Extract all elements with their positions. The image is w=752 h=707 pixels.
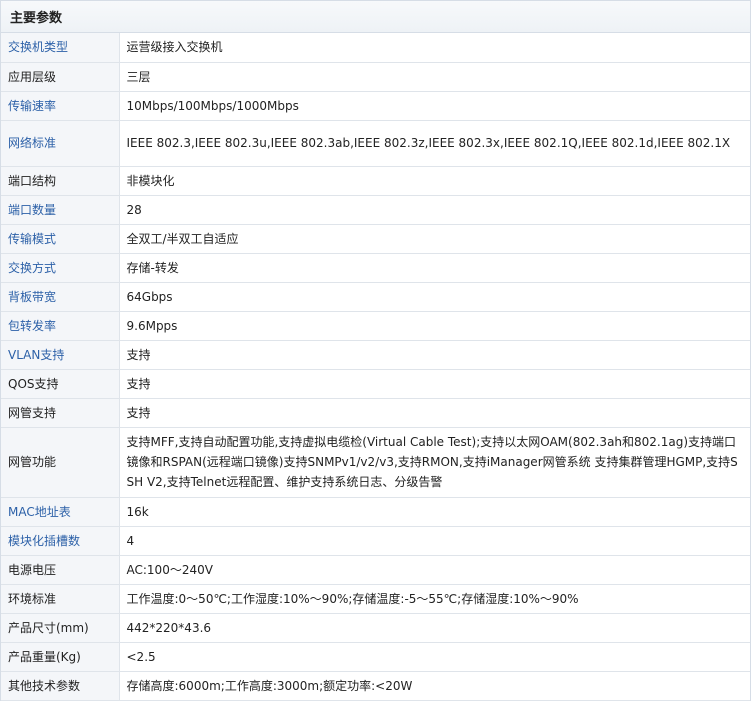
spec-row: 网络标准 IEEE 802.3,IEEE 802.3u,IEEE 802.3ab,…	[1, 120, 750, 167]
spec-label-cell: 产品尺寸(mm)	[1, 613, 120, 643]
spec-label: QOS支持	[8, 376, 59, 391]
spec-label-cell: 交换机类型	[1, 33, 120, 63]
spec-row: 交换方式 存储-转发	[1, 253, 750, 283]
spec-row: 传输模式 全双工/半双工自适应	[1, 224, 750, 254]
spec-panel: 主要参数 交换机类型 运营级接入交换机应用层级 三层传输速率 10Mbps/100Mb…	[0, 0, 751, 701]
spec-label-cell: 网管功能	[1, 427, 120, 498]
spec-label-cell: 网络标准	[1, 120, 120, 167]
spec-row: 交换机类型 运营级接入交换机	[1, 33, 750, 63]
spec-value: 三层	[119, 62, 750, 92]
spec-label-link[interactable]: 端口数量	[8, 203, 56, 217]
spec-label: 电源电压	[8, 562, 57, 577]
spec-label-link[interactable]: 网络标准	[8, 136, 56, 150]
spec-row: 网管功能 支持MFF,支持自动配置功能,支持虚拟电缆检(Virtual Cable…	[1, 427, 750, 498]
spec-label-cell: 背板带宽	[1, 282, 120, 312]
spec-value: 支持	[119, 398, 750, 428]
spec-row: 背板带宽 64Gbps	[1, 282, 750, 312]
spec-row: VLAN支持 支持	[1, 340, 750, 370]
spec-value: <2.5	[119, 642, 750, 672]
spec-value: 442*220*43.6	[119, 613, 750, 643]
spec-value: 运营级接入交换机	[119, 33, 750, 63]
spec-label-link[interactable]: 交换机类型	[8, 40, 68, 54]
spec-row: 产品重量(Kg) <2.5	[1, 642, 750, 672]
spec-label-cell: 包转发率	[1, 311, 120, 341]
spec-label-cell: 其他技术参数	[1, 671, 120, 701]
spec-value: 9.6Mpps	[119, 311, 750, 341]
spec-label-link[interactable]: VLAN支持	[8, 348, 64, 362]
spec-label: 网管功能	[8, 455, 57, 469]
spec-label-cell: 端口结构	[1, 166, 120, 196]
spec-value: 28	[119, 195, 750, 225]
spec-row: 端口数量 28	[1, 195, 750, 225]
spec-label-cell: 网管支持	[1, 398, 120, 428]
spec-row: QOS支持 支持	[1, 369, 750, 399]
spec-label-link[interactable]: MAC地址表	[8, 505, 71, 519]
spec-value: IEEE 802.3,IEEE 802.3u,IEEE 802.3ab,IEEE…	[119, 120, 750, 167]
spec-value: 工作温度:0～50℃;工作湿度:10%～90%;存储温度:-5～55℃;存储湿度…	[119, 584, 750, 614]
panel-header: 主要参数	[1, 0, 750, 33]
spec-row: 环境标准 工作温度:0～50℃;工作湿度:10%～90%;存储温度:-5～55℃;…	[1, 584, 750, 614]
spec-label: 产品尺寸(mm)	[8, 620, 89, 635]
spec-value: 16k	[119, 497, 750, 527]
spec-label-link[interactable]: 传输速率	[8, 99, 56, 113]
spec-value: 支持	[119, 340, 750, 370]
spec-value: AC:100～240V	[119, 555, 750, 585]
spec-label: 端口结构	[8, 173, 57, 188]
spec-label-cell: 交换方式	[1, 253, 120, 283]
spec-row: 产品尺寸(mm) 442*220*43.6	[1, 613, 750, 643]
spec-row: 模块化插槽数 4	[1, 526, 750, 556]
spec-label-cell: VLAN支持	[1, 340, 120, 370]
spec-row: 其他技术参数 存储高度:6000m;工作高度:3000m;额定功率:<20W	[1, 671, 750, 701]
spec-value: 64Gbps	[119, 282, 750, 312]
spec-label-cell: 环境标准	[1, 584, 120, 614]
spec-label: 环境标准	[8, 591, 57, 606]
spec-value: 存储高度:6000m;工作高度:3000m;额定功率:<20W	[119, 671, 750, 701]
spec-label-cell: 传输模式	[1, 224, 120, 254]
spec-table-body: 交换机类型 运营级接入交换机应用层级 三层传输速率 10Mbps/100Mbps/10…	[1, 33, 750, 701]
spec-label: 产品重量(Kg)	[8, 649, 81, 664]
spec-label-cell: 产品重量(Kg)	[1, 642, 120, 672]
spec-label-link[interactable]: 交换方式	[8, 261, 56, 275]
spec-label: 其他技术参数	[8, 678, 81, 693]
spec-label-link[interactable]: 模块化插槽数	[8, 534, 80, 548]
spec-label-cell: 应用层级	[1, 62, 120, 92]
spec-value: 10Mbps/100Mbps/1000Mbps	[119, 91, 750, 121]
spec-label-link[interactable]: 包转发率	[8, 319, 56, 333]
spec-row: 端口结构 非模块化	[1, 166, 750, 196]
spec-label-cell: QOS支持	[1, 369, 120, 399]
spec-value: 全双工/半双工自适应	[119, 224, 750, 254]
spec-label: 网管支持	[8, 405, 57, 420]
spec-label-cell: 电源电压	[1, 555, 120, 585]
spec-value: 存储-转发	[119, 253, 750, 283]
spec-row: 包转发率 9.6Mpps	[1, 311, 750, 341]
spec-label-cell: 模块化插槽数	[1, 526, 120, 556]
spec-value: 非模块化	[119, 166, 750, 196]
spec-row: MAC地址表 16k	[1, 497, 750, 527]
spec-value: 支持MFF,支持自动配置功能,支持虚拟电缆检(Virtual Cable Tes…	[119, 427, 750, 498]
spec-label-cell: 端口数量	[1, 195, 120, 225]
spec-label-cell: MAC地址表	[1, 497, 120, 527]
spec-row: 电源电压 AC:100～240V	[1, 555, 750, 585]
spec-label: 应用层级	[8, 69, 57, 84]
spec-row: 网管支持 支持	[1, 398, 750, 428]
spec-label-link[interactable]: 背板带宽	[8, 290, 56, 304]
spec-table: 交换机类型 运营级接入交换机应用层级 三层传输速率 10Mbps/100Mbps/10…	[1, 33, 750, 701]
spec-value: 支持	[119, 369, 750, 399]
spec-value: 4	[119, 526, 750, 556]
spec-label-cell: 传输速率	[1, 91, 120, 121]
spec-row: 传输速率 10Mbps/100Mbps/1000Mbps	[1, 91, 750, 121]
spec-row: 应用层级 三层	[1, 62, 750, 92]
spec-label-link[interactable]: 传输模式	[8, 232, 56, 246]
panel-title: 主要参数	[10, 11, 63, 26]
